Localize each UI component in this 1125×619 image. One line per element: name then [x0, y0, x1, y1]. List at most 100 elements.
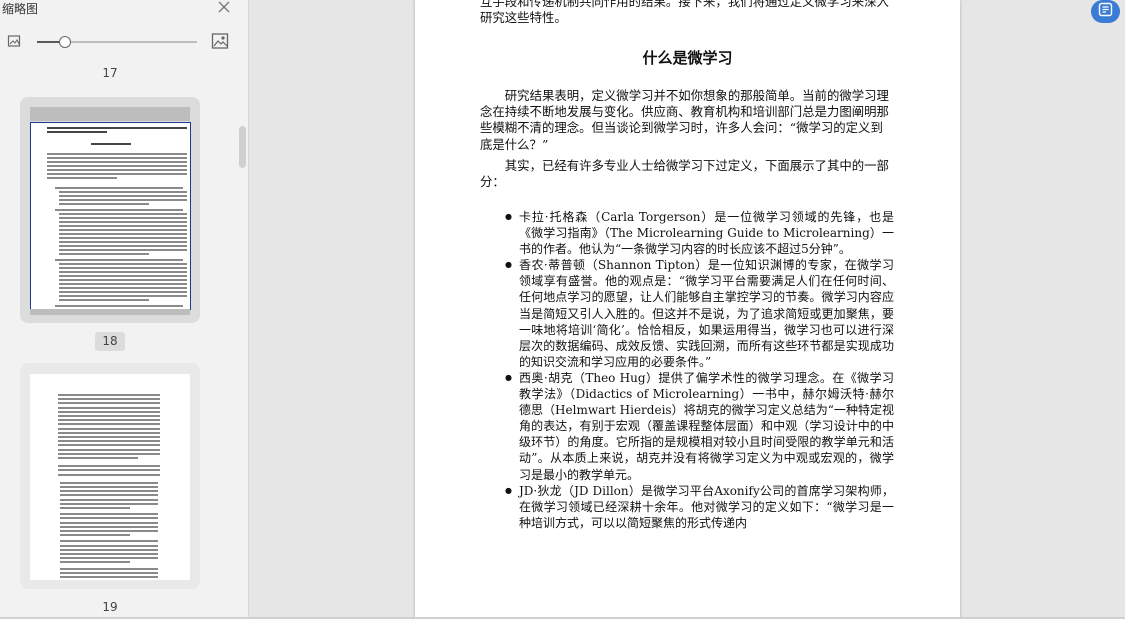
thumbnail-text-line: [59, 299, 149, 301]
thumbnail-text-line: [47, 173, 187, 175]
thumbnail-text-line: [60, 530, 158, 532]
thumbnail-text-line: [58, 415, 160, 417]
thumbnail-text-line: [60, 494, 158, 497]
thumbnail-panel: 缩略图 17 18 19: [0, 0, 249, 619]
thumbnail-18-top-band: [30, 107, 190, 121]
thumbnail-page-18[interactable]: [30, 122, 191, 310]
thumbnail-text-line: [60, 490, 158, 493]
thumbnail-text-line: [59, 271, 187, 273]
thumbnail-text-line: [60, 502, 158, 505]
thumbnail-text-line: [59, 221, 187, 223]
thumbnail-text-line: [59, 241, 187, 243]
thumbnail-text-line: [59, 267, 187, 269]
page-number-19: 19: [102, 600, 118, 614]
thumbnail-text-line: [60, 571, 158, 574]
thumbnail-text-line: [47, 161, 187, 163]
thumbnail-text-line: [59, 217, 187, 219]
thumbnail-text-line: [59, 237, 187, 239]
thumbnail-text-line: [58, 440, 160, 443]
thumbnail-text-line: [59, 191, 187, 193]
panel-title: 缩略图: [2, 2, 39, 16]
thumbnail-text-line: [60, 498, 158, 501]
thumbnail-text-line: [60, 548, 158, 551]
thumbnail-zoom-row: [0, 32, 248, 52]
thumbnail-text-line: [58, 444, 160, 447]
thumbnail-text-line: [59, 199, 187, 201]
thumbnail-text-line: [59, 263, 187, 265]
thumbnail-text-line: [58, 457, 138, 459]
thumbnail-text-line: [58, 419, 160, 422]
thumbnail-zoom-slider[interactable]: [37, 36, 197, 48]
close-icon[interactable]: [216, 0, 232, 16]
doc-convert-button[interactable]: [1091, 0, 1120, 23]
thumbnail-text-line: [91, 143, 131, 145]
thumbnail-text-line: [59, 295, 187, 297]
thumbnail-18-bottom-band: [30, 309, 190, 315]
thumbnail-text-line: [47, 165, 187, 167]
thumbnail-text-line: [58, 427, 160, 430]
thumbnail-text-line: [59, 253, 149, 255]
thumbnail-text-line: [60, 521, 158, 524]
thumbnail-text-line: [60, 534, 130, 537]
thumbnail-text-line: [55, 209, 183, 211]
thumbnail-text-line: [59, 279, 187, 281]
thumbnail-text-line: [47, 131, 107, 133]
thumbnail-text-line: [58, 473, 160, 476]
thumbnail-text-line: [59, 291, 187, 293]
document-page: 互手段和传递机制共同作用的结果。接下来，我们将通过定义微学习来深入研究这些特性。…: [415, 0, 960, 619]
intro-paragraph: 互手段和传递机制共同作用的结果。接下来，我们将通过定义微学习来深入研究这些特性。: [480, 0, 889, 25]
page-number-18: 18: [95, 332, 125, 351]
thumbnail-text-line: [58, 423, 160, 426]
panel-scrollbar[interactable]: [239, 126, 246, 168]
thumbnail-text-line: [58, 394, 160, 396]
thumbnail-text-line: [60, 481, 158, 484]
list-item: 卡拉·托格森（Carla Torgerson）是一位微学习领域的先锋，也是《微学…: [480, 209, 894, 257]
thumbnail-text-line: [60, 557, 158, 560]
thumbnail-text-line: [55, 259, 183, 261]
thumbnail-text-line: [59, 195, 187, 197]
thumbnail-text-line: [59, 213, 187, 215]
thumbnail-text-line: [58, 465, 160, 468]
thumbnail-text-line: [59, 203, 149, 205]
thumbnail-text-line: [59, 233, 187, 235]
slider-knob[interactable]: [59, 36, 72, 48]
thumbnail-text-line: [58, 448, 160, 451]
thumbnail-text-line: [60, 486, 158, 488]
thumbnail-text-line: [59, 245, 187, 247]
thumbnail-text-line: [55, 305, 183, 307]
thumbnail-text-line: [59, 229, 187, 231]
page-number-17: 17: [102, 66, 118, 80]
list-item: 香农·蒂普顿（Shannon Tipton）是一位知识渊博的专家，在微学习领域享…: [480, 257, 894, 370]
thumbnail-text-line: [58, 398, 160, 401]
body-paragraph-1: 研究结果表明，定义微学习并不如你想象的那般简单。当前的微学习理念在持续不断地发展…: [480, 88, 889, 152]
definition-list: 卡拉·托格森（Carla Torgerson）是一位微学习领域的先锋，也是《微学…: [480, 209, 894, 531]
list-item: JD·狄龙（JD Dillon）是微学习平台Axonify公司的首席学习架构师，…: [480, 483, 894, 531]
thumbnail-page-19[interactable]: [30, 374, 190, 580]
thumbnail-text-line: [60, 517, 158, 520]
thumbnail-text-line: [58, 436, 160, 438]
thumbnail-text-line: [60, 513, 158, 516]
section-heading: 什么是微学习: [642, 49, 733, 67]
doc-convert-icon: [1098, 2, 1113, 21]
thumbnail-text-line: [58, 452, 160, 455]
thumbnail-text-line: [60, 540, 158, 543]
zoom-out-image-icon[interactable]: [7, 34, 21, 48]
thumbnail-text-line: [59, 249, 187, 251]
list-item: 西奥·胡克（Theo Hug）提供了偏学术性的微学习理念。在《微学习教学法》（D…: [480, 370, 894, 483]
thumbnail-text-line: [60, 561, 130, 564]
thumbnail-text-line: [60, 553, 158, 555]
thumbnail-text-line: [58, 410, 160, 413]
thumbnail-text-line: [60, 544, 158, 547]
thumbnail-text-line: [55, 187, 183, 189]
thumbnail-text-line: [47, 153, 187, 155]
thumbnail-text-line: [59, 275, 187, 277]
thumbnail-text-line: [59, 287, 187, 289]
thumbnail-text-line: [59, 283, 187, 285]
zoom-in-image-icon[interactable]: [211, 32, 229, 50]
thumbnail-text-line: [47, 177, 117, 179]
thumbnail-text-line: [60, 525, 158, 528]
thumbnail-text-line: [59, 225, 187, 227]
thumbnail-text-line: [60, 576, 158, 578]
thumbnail-text-line: [60, 567, 158, 570]
thumbnail-text-line: [60, 507, 130, 509]
